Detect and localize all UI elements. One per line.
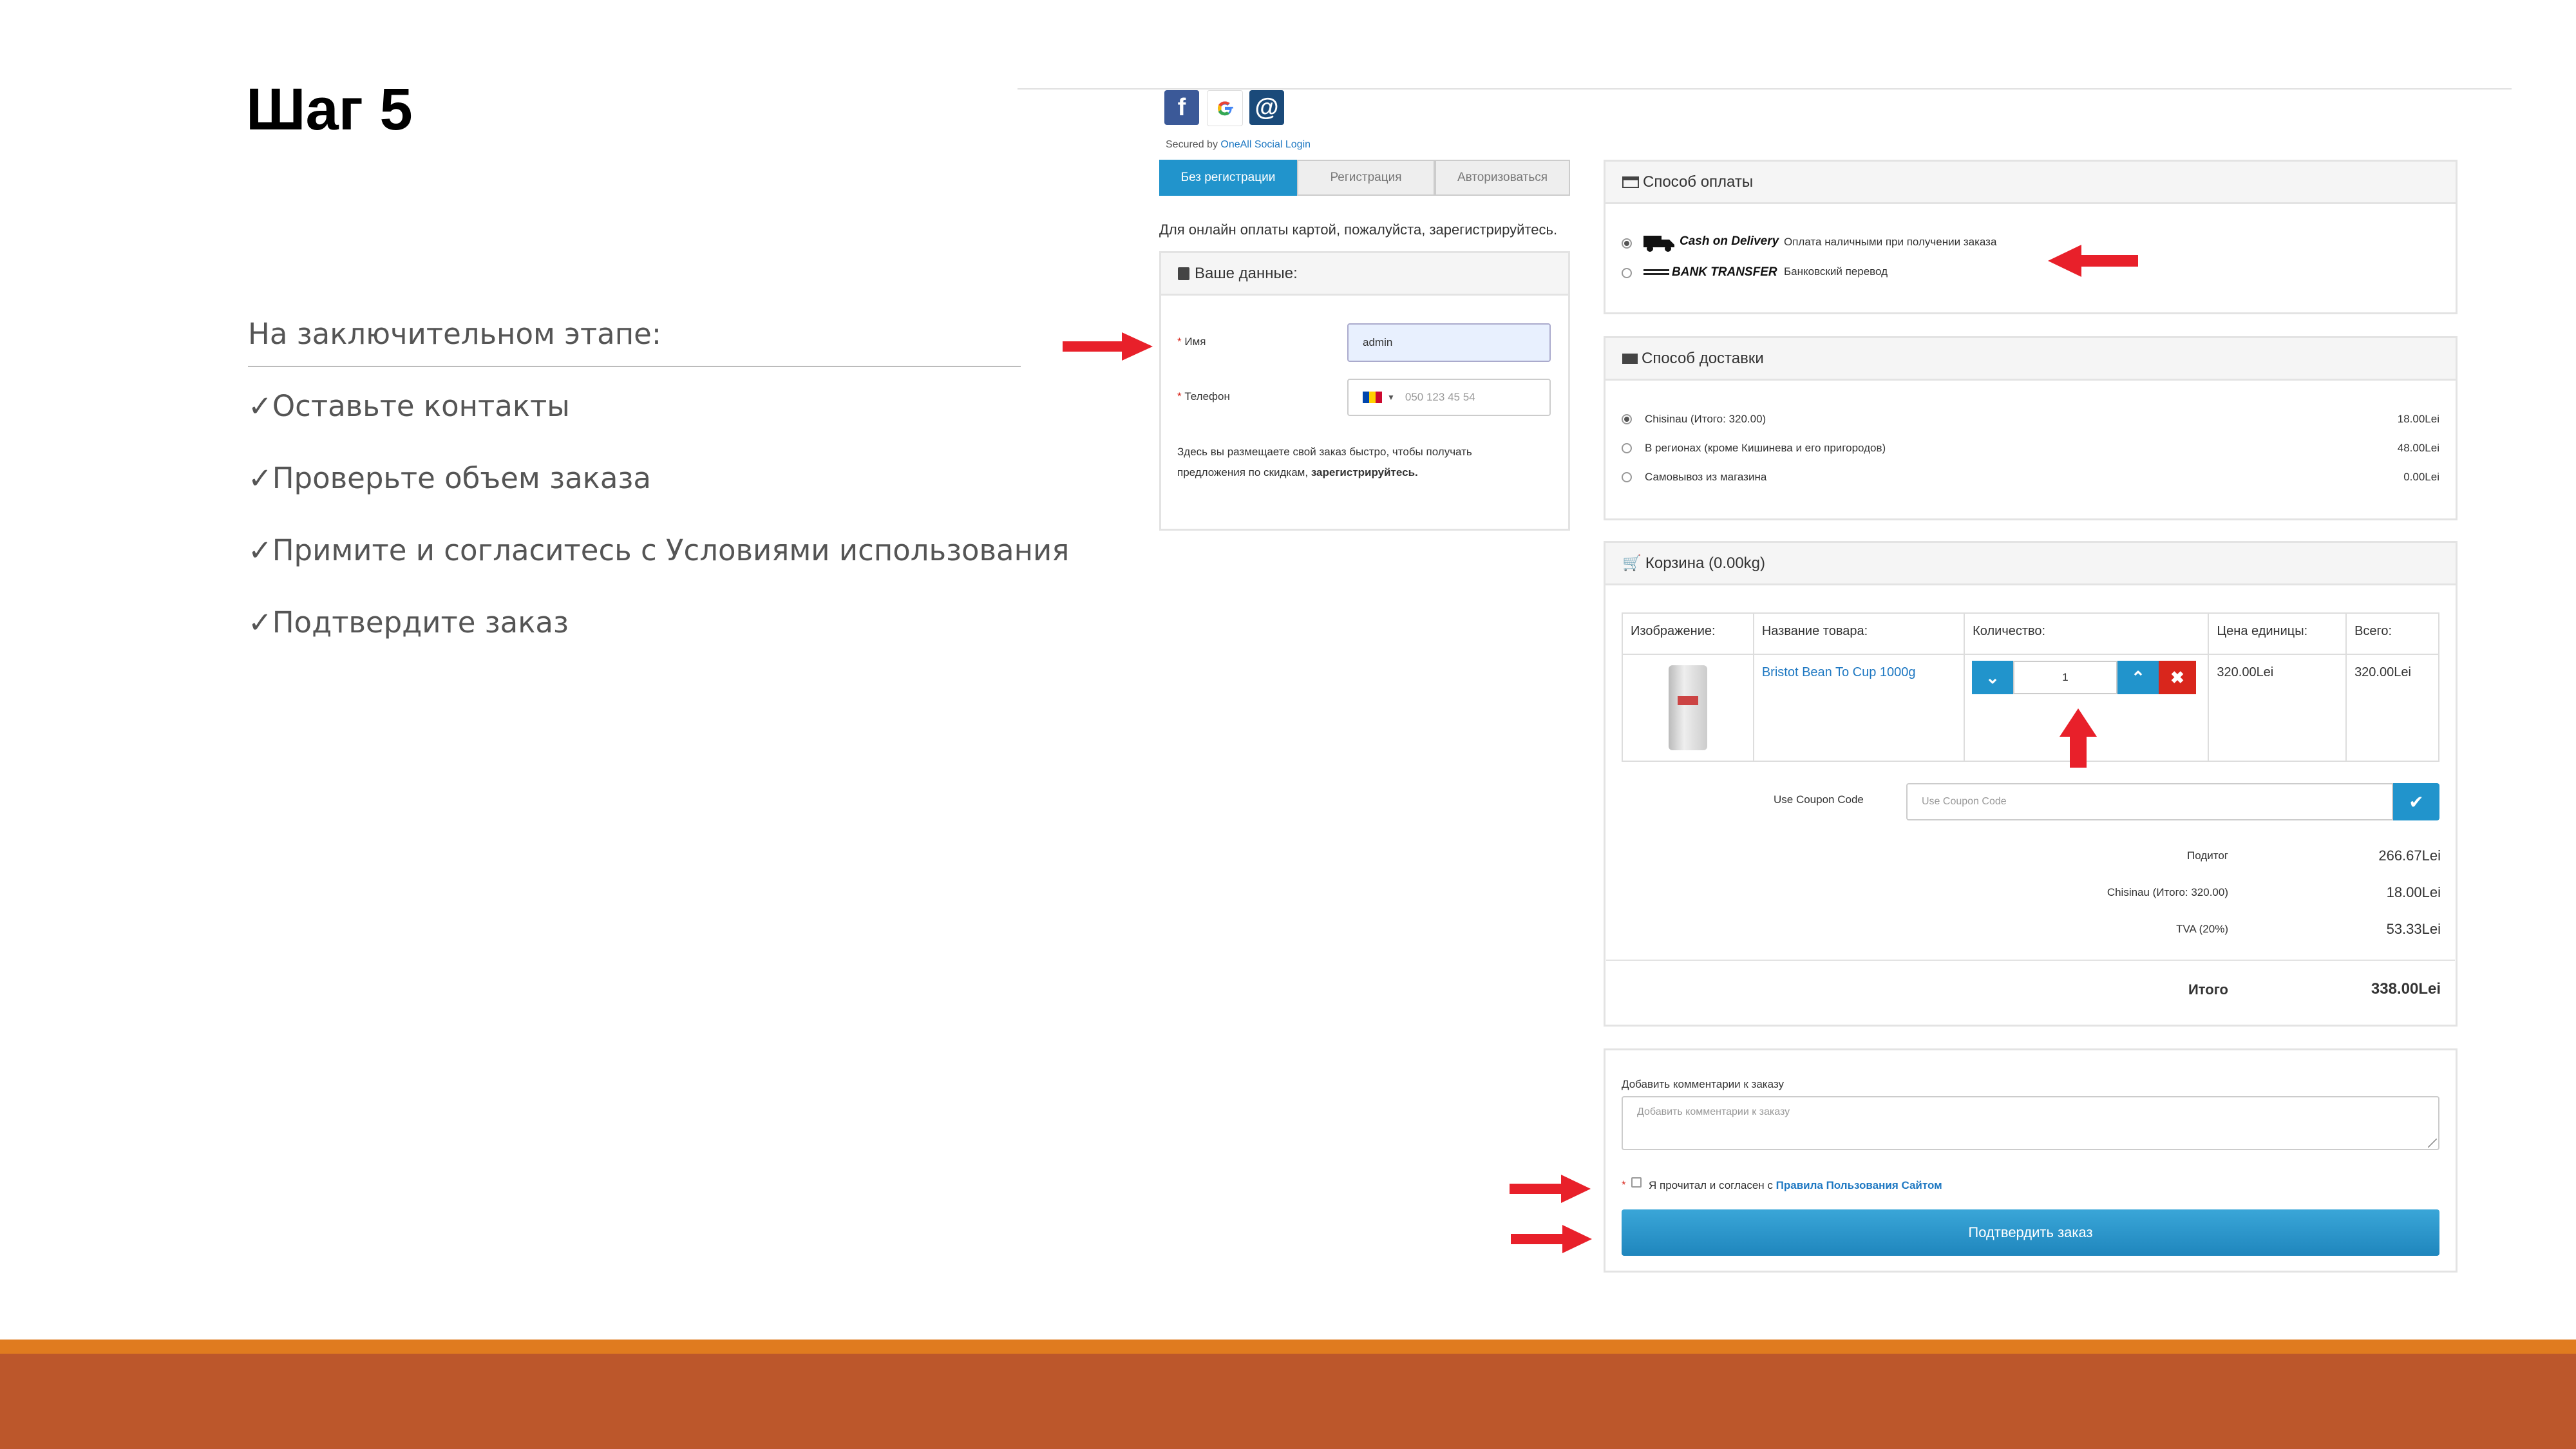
name-input[interactable]: admin <box>1347 323 1551 362</box>
name-label: * Имя <box>1177 336 1206 348</box>
truck-icon <box>1622 353 1638 364</box>
terms-link[interactable]: Правила Пользования Сайтом <box>1776 1179 1942 1191</box>
bullet-contacts: ✓Оставьте контакты <box>248 389 570 423</box>
bullet-accept-terms: ✓Примите и согласитесь с Условиями испол… <box>248 533 1070 567</box>
delivery-price-regions: 48.00Lei <box>2397 442 2439 454</box>
subtotal-value: 266.67Lei <box>2378 848 2441 864</box>
terms-checkbox[interactable] <box>1631 1177 1642 1188</box>
delivery-radio-regions[interactable] <box>1622 443 1632 453</box>
bullet-confirm: ✓Подтвердите заказ <box>248 605 569 639</box>
bank-lines-icon <box>1643 268 1669 278</box>
quantity-increase-button[interactable]: ⌃ <box>2117 661 2159 694</box>
comment-textarea[interactable]: Добавить комментарии к заказу <box>1622 1096 2439 1150</box>
cod-brand: Cash on Delivery <box>1680 234 1779 248</box>
tva-value: 53.33Lei <box>2386 921 2441 937</box>
credit-card-icon <box>1622 176 1639 188</box>
shopping-cart-icon: 🛒 <box>1622 554 1642 572</box>
chevron-down-icon[interactable]: ▼ <box>1387 393 1395 402</box>
slide-title: Шаг 5 <box>246 77 413 142</box>
product-image[interactable] <box>1668 665 1707 750</box>
cart-header-row: Изображение: Название товара: Количество… <box>1622 612 2439 655</box>
quantity-input[interactable]: 1 <box>2013 661 2117 694</box>
confirm-order-button[interactable]: Подтвердить заказ <box>1622 1209 2439 1256</box>
terms-text: Я прочитал и согласен с Правила Пользова… <box>1649 1179 1942 1191</box>
delivery-radio-chisinau[interactable] <box>1622 414 1632 424</box>
arrow-right-icon <box>1063 332 1153 361</box>
cart-header: 🛒 Корзина (0.00kg) <box>1605 543 2456 585</box>
footer-accent-bar <box>0 1340 2576 1354</box>
online-payment-note: Для онлайн оплаты картой, пожалуйста, за… <box>1159 222 1558 238</box>
facebook-icon[interactable]: f <box>1164 90 1199 125</box>
arrow-right-icon <box>1510 1175 1591 1203</box>
tab-login[interactable]: Авторизоваться <box>1435 160 1570 196</box>
total-cell: 320.00Lei <box>2345 654 2439 762</box>
payment-header: Способ оплаты <box>1605 162 2456 204</box>
screenshot-top-border <box>1018 88 2512 90</box>
delivery-header: Способ доставки <box>1605 338 2456 381</box>
grand-total-value: 338.00Lei <box>2371 980 2441 998</box>
secured-by-text: Secured by OneAll Social Login <box>1166 139 1311 150</box>
at-sign-icon[interactable]: @ <box>1249 90 1284 125</box>
shipping-value: 18.00Lei <box>2386 884 2441 900</box>
quantity-decrease-button[interactable]: ⌄ <box>1972 661 2013 694</box>
your-data-title: Ваше данные: <box>1195 264 1298 282</box>
phone-label: * Телефон <box>1177 390 1230 402</box>
payment-radio-cod[interactable] <box>1622 238 1632 249</box>
phone-input[interactable]: ▼ 050 123 45 54 <box>1347 379 1551 416</box>
terms-required-mark: * <box>1622 1179 1626 1191</box>
header-image: Изображение: <box>1622 612 1754 655</box>
arrow-left-icon <box>2048 245 2138 277</box>
coupon-input[interactable]: Use Coupon Code <box>1906 783 2393 820</box>
product-name-cell: Bristot Bean To Cup 1000g <box>1752 654 1965 762</box>
totals-divider <box>1606 960 2455 961</box>
delivery-price-chisinau: 18.00Lei <box>2397 413 2439 425</box>
phone-placeholder: 050 123 45 54 <box>1405 391 1475 403</box>
remove-item-button[interactable]: ✖ <box>2159 661 2196 694</box>
product-image-cell <box>1622 654 1754 762</box>
delivery-label-regions: В регионах (кроме Кишинева и его пригоро… <box>1645 442 1886 454</box>
intro-text: На заключительном этапе: <box>248 317 662 351</box>
delivery-price-pickup: 0.00Lei <box>2403 471 2439 483</box>
product-name-link[interactable]: Bristot Bean To Cup 1000g <box>1762 665 1916 679</box>
your-data-header: Ваше данные: <box>1161 253 1568 296</box>
truck-icon <box>1642 232 1676 252</box>
resize-handle-icon[interactable] <box>2428 1139 2437 1148</box>
delivery-radio-pickup[interactable] <box>1622 472 1632 482</box>
cod-description: Оплата наличными при получении заказа <box>1784 236 1997 248</box>
oneall-link[interactable]: OneAll Social Login <box>1220 139 1311 150</box>
payment-title: Способ оплаты <box>1643 173 1754 191</box>
tva-label: TVA (20%) <box>2176 923 2228 935</box>
intro-divider <box>248 366 1021 367</box>
register-link[interactable]: зарегистрируйтесь. <box>1311 466 1418 478</box>
moldova-flag-icon[interactable] <box>1363 392 1382 403</box>
footer-bar <box>0 1354 2576 1449</box>
info-text: Здесь вы размещаете свой заказ быстро, ч… <box>1177 446 1472 478</box>
apply-coupon-check-icon[interactable]: ✔ <box>2393 783 2439 820</box>
cart-title: Корзина (0.00kg) <box>1645 554 1766 572</box>
shipping-label: Chisinau (Итого: 320.00) <box>2107 886 2228 898</box>
header-unit-price: Цена единицы: <box>2208 612 2347 655</box>
bank-description: Банковский перевод <box>1784 265 1888 278</box>
book-icon <box>1178 267 1189 280</box>
bullet-check-order: ✓Проверьте объем заказа <box>248 461 651 495</box>
header-product-name: Название товара: <box>1752 612 1965 655</box>
arrow-up-icon <box>2060 708 2097 768</box>
delivery-panel: Способ доставки <box>1604 336 2458 520</box>
bank-brand: BANK TRANSFER <box>1672 265 1777 279</box>
header-quantity: Количество: <box>1964 612 2210 655</box>
delivery-label-chisinau: Chisinau (Итого: 320.00) <box>1645 413 1766 425</box>
arrow-right-icon <box>1511 1225 1592 1253</box>
subtotal-label: Подитог <box>2187 849 2228 862</box>
payment-radio-bank[interactable] <box>1622 268 1632 278</box>
tab-registration[interactable]: Регистрация <box>1297 160 1435 196</box>
comment-label: Добавить комментарии к заказу <box>1622 1078 1784 1090</box>
grand-total-label: Итого <box>2188 981 2228 998</box>
coupon-label: Use Coupon Code <box>1774 793 1864 806</box>
tab-no-registration[interactable]: Без регистрации <box>1159 160 1297 196</box>
delivery-title: Способ доставки <box>1642 349 1764 367</box>
google-icon[interactable] <box>1207 90 1243 126</box>
header-total: Всего: <box>2345 612 2439 655</box>
delivery-label-pickup: Самовывоз из магазина <box>1645 471 1767 483</box>
unit-price-cell: 320.00Lei <box>2208 654 2347 762</box>
